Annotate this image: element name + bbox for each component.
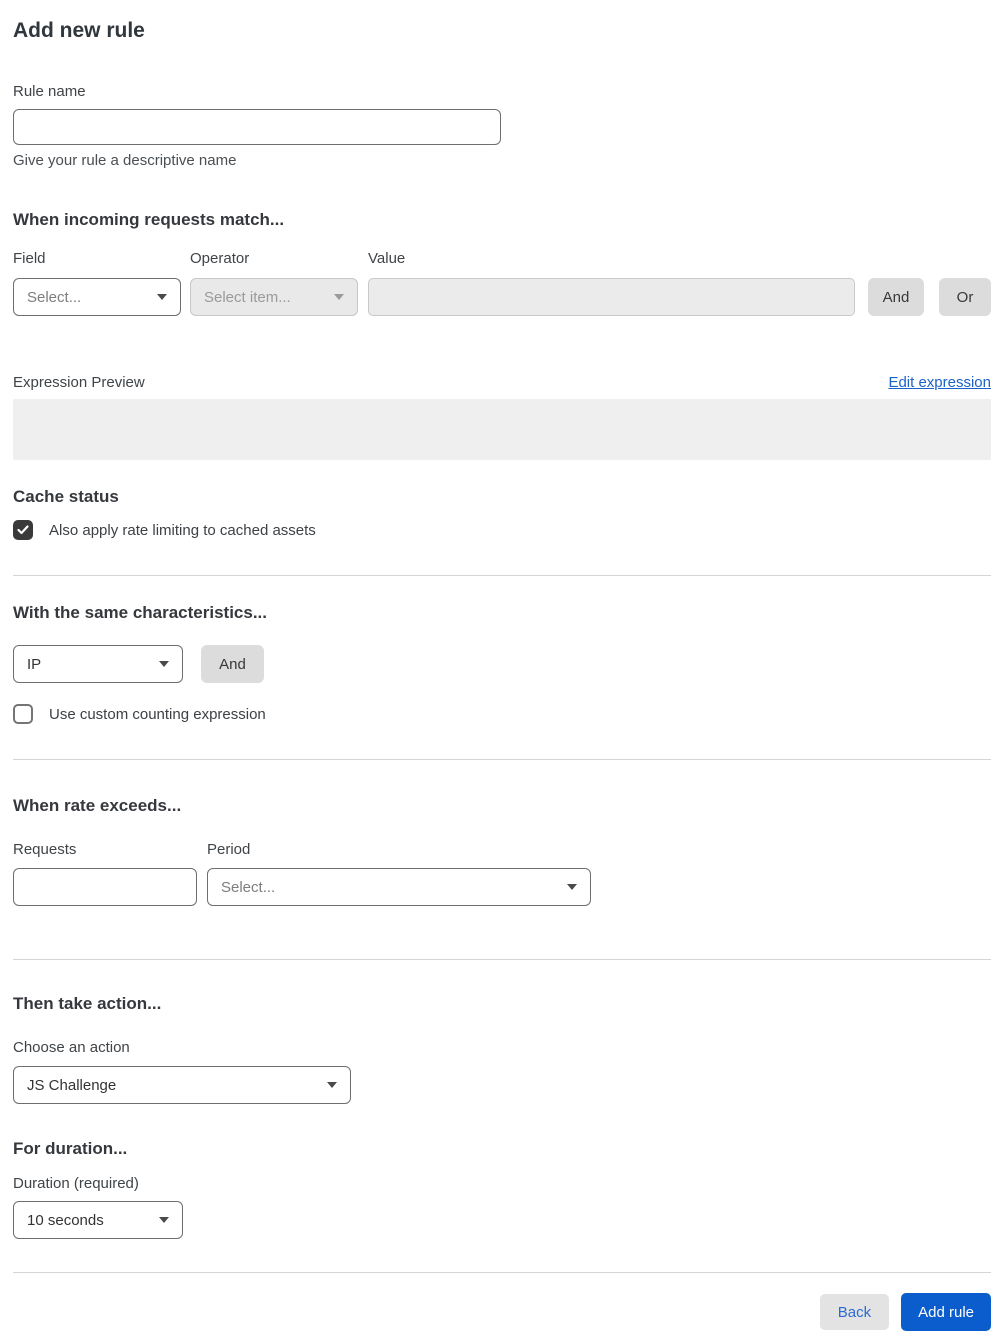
chevron-down-icon: [159, 1217, 169, 1223]
match-condition-row: Field Select... Operator Select item... …: [13, 251, 991, 316]
operator-label: Operator: [190, 250, 250, 267]
check-icon: [17, 525, 29, 535]
chevron-down-icon: [157, 294, 167, 300]
operator-select: Select item...: [190, 278, 358, 316]
form-footer: Back Add rule: [13, 1293, 991, 1331]
duration-heading: For duration...: [13, 1139, 128, 1158]
or-button[interactable]: Or: [939, 278, 991, 316]
action-select-value: JS Challenge: [27, 1076, 117, 1094]
chevron-down-icon: [327, 1082, 337, 1088]
custom-counting-checkbox-label: Use custom counting expression: [49, 705, 266, 723]
and-button[interactable]: And: [868, 278, 924, 316]
cache-checkbox-row: Also apply rate limiting to cached asset…: [13, 520, 991, 540]
expression-preview-box: [13, 399, 991, 460]
rate-heading: When rate exceeds...: [13, 796, 182, 815]
field-select-value: Select...: [27, 288, 82, 306]
custom-counting-checkbox[interactable]: [13, 704, 33, 724]
duration-label: Duration (required): [13, 1175, 139, 1192]
chevron-down-icon: [159, 661, 169, 667]
characteristic-select-value: IP: [27, 655, 42, 673]
period-select[interactable]: Select...: [207, 868, 591, 906]
cache-status-heading: Cache status: [13, 487, 119, 506]
expression-preview-label: Expression Preview: [13, 374, 145, 391]
counting-expression-row: Use custom counting expression: [13, 704, 991, 724]
duration-select[interactable]: 10 seconds: [13, 1201, 183, 1239]
value-label: Value: [368, 250, 406, 267]
rate-row: Requests Period Select...: [13, 842, 991, 906]
value-input: [368, 278, 855, 316]
rule-name-help: Give your rule a descriptive name: [13, 152, 237, 169]
period-select-value: Select...: [221, 878, 276, 896]
divider: [13, 575, 991, 576]
back-button[interactable]: Back: [819, 1294, 890, 1330]
cached-assets-checkbox-label: Also apply rate limiting to cached asset…: [49, 521, 316, 539]
rule-name-label: Rule name: [13, 83, 86, 100]
add-rule-form: Add new rule Rule name Give your rule a …: [0, 19, 1002, 1343]
choose-action-label: Choose an action: [13, 1039, 130, 1056]
chevron-down-icon: [567, 884, 577, 890]
field-select[interactable]: Select...: [13, 278, 181, 316]
field-column: Field Select...: [13, 251, 181, 316]
match-section-heading: When incoming requests match...: [13, 210, 285, 229]
operator-select-value: Select item...: [204, 288, 291, 306]
requests-label: Requests: [13, 841, 77, 858]
divider: [13, 1272, 991, 1273]
period-label: Period: [207, 841, 251, 858]
edit-expression-link[interactable]: Edit expression: [888, 374, 991, 391]
characteristic-select[interactable]: IP: [13, 645, 183, 683]
operator-column: Operator Select item...: [190, 251, 358, 316]
action-heading: Then take action...: [13, 994, 162, 1013]
add-rule-button[interactable]: Add rule: [901, 1293, 991, 1331]
chevron-down-icon: [334, 294, 344, 300]
field-label: Field: [13, 250, 46, 267]
cached-assets-checkbox[interactable]: [13, 520, 33, 540]
requests-input[interactable]: [13, 868, 197, 906]
characteristics-and-button[interactable]: And: [201, 645, 264, 683]
expression-preview-row: Expression Preview Edit expression: [13, 374, 991, 391]
divider: [13, 759, 991, 760]
requests-column: Requests: [13, 842, 197, 906]
action-select[interactable]: JS Challenge: [13, 1066, 351, 1104]
duration-select-value: 10 seconds: [27, 1211, 104, 1229]
value-column: Value: [368, 251, 855, 316]
page-title: Add new rule: [13, 19, 145, 42]
characteristics-heading: With the same characteristics...: [13, 603, 268, 622]
period-column: Period Select...: [207, 842, 591, 906]
divider: [13, 959, 991, 960]
characteristics-row: IP And: [13, 645, 991, 683]
rule-name-input[interactable]: [13, 109, 501, 145]
